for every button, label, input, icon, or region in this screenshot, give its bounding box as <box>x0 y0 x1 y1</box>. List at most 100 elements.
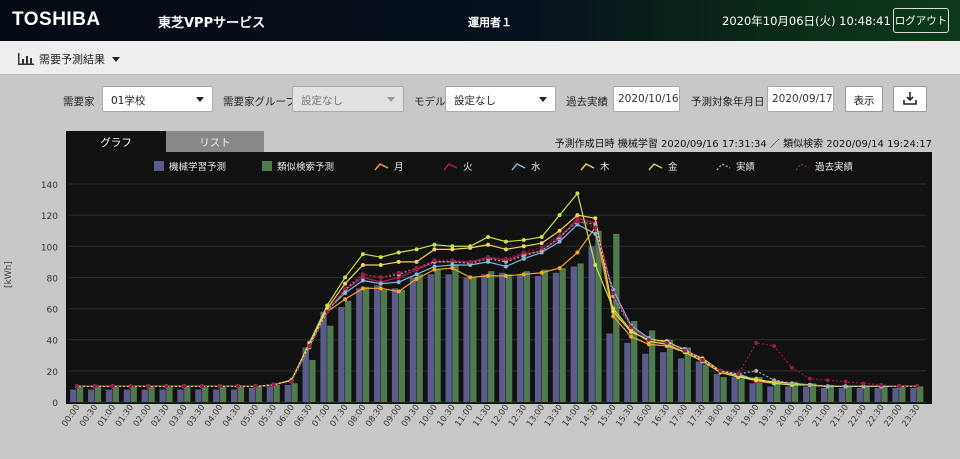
series-point-4 <box>593 231 598 236</box>
download-button[interactable] <box>893 86 927 112</box>
demand-forecast-menu[interactable]: 需要予測結果 <box>18 51 120 67</box>
series-point-7 <box>843 384 848 389</box>
series-point-8 <box>253 384 258 389</box>
bar-1 <box>559 268 566 402</box>
series-point-8 <box>575 219 580 224</box>
legend-item[interactable]: 火 <box>443 162 473 173</box>
legend-swatch <box>716 163 731 171</box>
filter-bar: 需要家 01学校 需要家グループ 設定なし モデル 設定なし 過去実績 2020… <box>0 86 960 114</box>
legend-item[interactable]: 過去実績 <box>795 161 854 173</box>
group-select[interactable]: 設定なし <box>292 86 404 112</box>
model-select[interactable]: 設定なし <box>445 86 556 112</box>
series-point-8 <box>629 325 634 330</box>
series-point-2 <box>629 334 634 339</box>
series-point-4 <box>414 272 419 277</box>
bar-1 <box>309 359 316 402</box>
x-tick-label: 23:30 <box>900 403 922 429</box>
y-tick-label: 100 <box>41 243 58 253</box>
series-point-8 <box>843 379 848 384</box>
series-point-8 <box>736 371 741 376</box>
series-point-8 <box>450 258 455 263</box>
bar-0 <box>391 288 399 402</box>
series-point-8 <box>217 384 222 389</box>
series-point-2 <box>521 272 526 277</box>
series-point-5 <box>593 216 598 221</box>
legend-item[interactable]: 水 <box>511 161 541 173</box>
series-point-8 <box>271 382 276 387</box>
series-point-8 <box>557 233 562 238</box>
bar-1 <box>362 286 370 402</box>
series-point-6 <box>396 250 401 255</box>
series-point-8 <box>611 291 616 295</box>
series-point-4 <box>360 278 365 283</box>
series-point-8 <box>182 384 187 389</box>
legend-label: 月 <box>394 162 404 173</box>
series-point-8 <box>682 348 687 353</box>
bar-0 <box>409 277 417 402</box>
legend-label: 過去実績 <box>815 161 854 173</box>
y-tick-label: 40 <box>47 337 59 347</box>
y-tick-label: 20 <box>47 368 59 378</box>
series-point-8 <box>343 286 348 291</box>
legend-label: 機械学習予測 <box>169 161 226 173</box>
series-point-8 <box>468 259 473 264</box>
bar-0 <box>606 333 613 402</box>
bar-1 <box>541 269 548 402</box>
series-point-4 <box>432 264 437 269</box>
series-point-5 <box>414 259 419 264</box>
series-point-5 <box>539 241 544 246</box>
series-point-8 <box>486 255 491 260</box>
bar-0 <box>677 358 685 402</box>
series-point-8 <box>110 384 115 389</box>
series-point-2 <box>575 250 580 255</box>
prediction-info: 予測作成日時 機械学習 2020/09/16 17:31:34 ／ 類似検索 2… <box>554 139 932 150</box>
series-line-3 <box>76 217 918 388</box>
model-value: 設定なし <box>454 95 496 107</box>
logout-button[interactable]: ログアウト <box>893 8 949 33</box>
legend-item[interactable]: 金 <box>648 161 678 173</box>
chart-svg: 機械学習予測 類似検索予測 月 火 水 木 金 実績 過去実績 <box>68 161 926 403</box>
consumer-value: 01学校 <box>111 95 146 107</box>
bar-0 <box>481 274 488 402</box>
tab-graph[interactable]: グラフ <box>66 131 166 152</box>
chevron-down-icon <box>112 56 120 62</box>
tab-list[interactable]: リスト <box>166 131 264 152</box>
series-point-8 <box>915 384 920 389</box>
y-tick-label: 140 <box>41 181 58 191</box>
legend-label: 火 <box>463 162 473 173</box>
series-point-6 <box>539 234 544 239</box>
series-point-8 <box>539 245 544 250</box>
series-point-5 <box>486 242 491 247</box>
show-button[interactable]: 表示 <box>845 86 883 112</box>
legend-label: 実績 <box>736 161 756 173</box>
header-bar: TOSHIBA 東芝VPPサービス 運用者１ 2020年10月06日(火) 10… <box>0 0 960 41</box>
bar-1 <box>452 264 459 402</box>
series-point-8 <box>164 384 169 389</box>
series-point-4 <box>378 281 383 286</box>
series-point-6 <box>468 244 473 249</box>
operator-name: 運用者１ <box>468 16 512 29</box>
bar-0 <box>463 277 470 402</box>
legend-item[interactable]: 木 <box>580 161 610 173</box>
series-point-2 <box>396 289 401 294</box>
series-point-2 <box>414 276 419 281</box>
bar-0 <box>445 274 452 402</box>
demand-chart: 機械学習予測 類似検索予測 月 火 水 木 金 実績 過去実績 <box>66 152 932 404</box>
legend-item[interactable]: 月 <box>374 162 404 173</box>
legend-item[interactable]: 類似検索予測 <box>262 161 334 173</box>
series-point-8 <box>807 376 812 381</box>
app-name: 東芝VPPサービス <box>158 16 266 31</box>
consumer-select[interactable]: 01学校 <box>102 86 213 112</box>
past-date-input[interactable]: 2020/10/16 <box>613 86 680 112</box>
series-point-8 <box>235 384 240 389</box>
bar-1 <box>702 364 709 402</box>
sub-menu-bar: 需要予測結果 <box>0 41 960 75</box>
target-date-input[interactable]: 2020/09/17 <box>767 86 834 112</box>
legend-swatch <box>580 163 595 171</box>
legend-swatch <box>648 163 663 171</box>
legend-item[interactable]: 機械学習予測 <box>154 161 226 173</box>
bar-0 <box>320 311 327 402</box>
bar-0 <box>642 353 649 402</box>
past-actual-label: 過去実績 <box>566 96 608 108</box>
legend-item[interactable]: 実績 <box>716 161 756 173</box>
